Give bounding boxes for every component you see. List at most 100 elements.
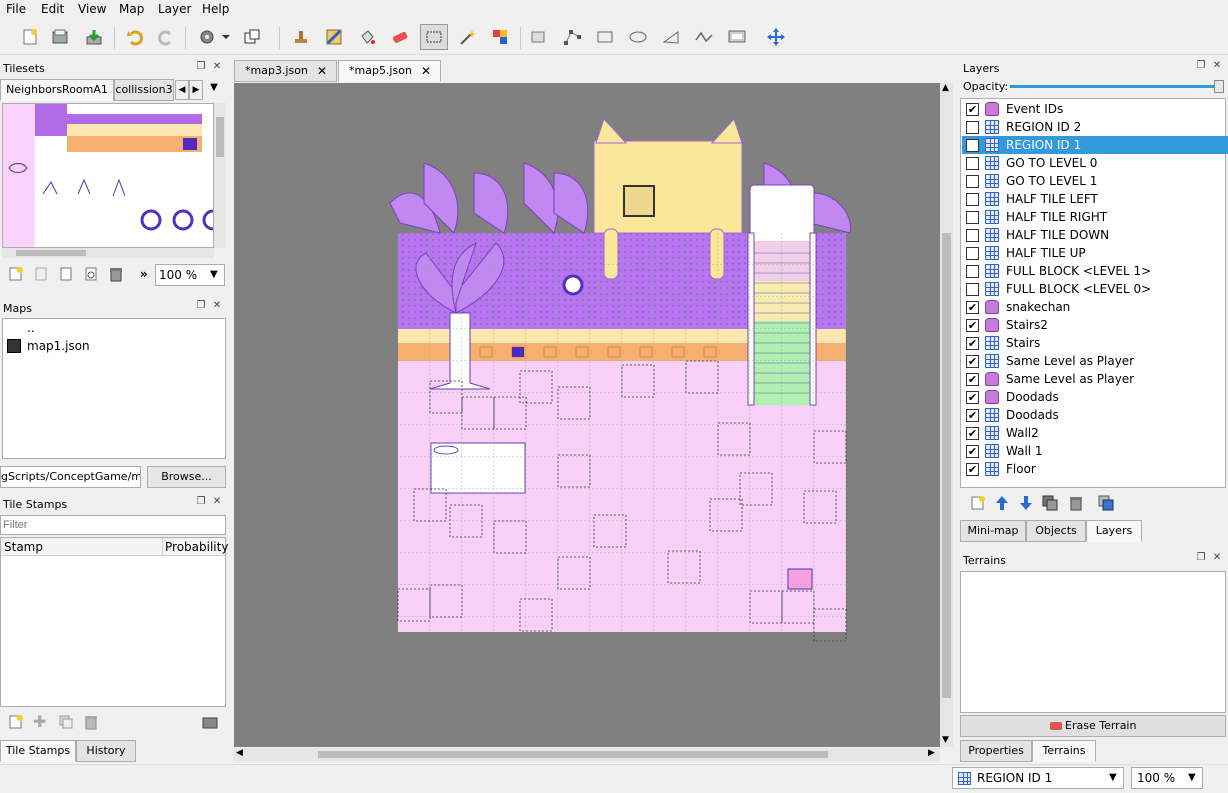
close-icon[interactable]: ✕: [1212, 553, 1222, 563]
layer-row[interactable]: ✔ Stairs2: [962, 316, 1228, 334]
layer-row[interactable]: REGION ID 1: [962, 136, 1228, 154]
tab-minimap[interactable]: Mini-map: [960, 520, 1026, 542]
checkbox-checked[interactable]: ✔: [966, 373, 979, 386]
stamps-filter-input[interactable]: [0, 515, 226, 535]
bucket-fill-icon[interactable]: [355, 25, 379, 49]
checkbox[interactable]: [966, 247, 979, 260]
tab-history[interactable]: History: [76, 740, 136, 762]
insert-polyline-icon[interactable]: [692, 25, 716, 49]
layer-row[interactable]: ✔ Wall2: [962, 424, 1228, 442]
open-file-icon[interactable]: [48, 25, 72, 49]
insert-polygon-icon[interactable]: [659, 25, 683, 49]
layer-row[interactable]: ✔ Stairs: [962, 334, 1228, 352]
tab-scroll-left-icon[interactable]: ◀: [175, 80, 189, 100]
checkbox[interactable]: [966, 157, 979, 170]
menu-file[interactable]: File: [6, 2, 26, 16]
tab-tileset-collission3[interactable]: collission3: [114, 79, 174, 101]
tab-tile-stamps[interactable]: Tile Stamps: [0, 740, 76, 762]
close-icon[interactable]: ✕: [212, 497, 222, 507]
float-icon[interactable]: ❐: [1196, 61, 1206, 71]
layer-row[interactable]: GO TO LEVEL 1: [962, 172, 1228, 190]
layer-row[interactable]: GO TO LEVEL 0: [962, 154, 1228, 172]
eraser-icon[interactable]: [388, 25, 412, 49]
vscroll-thumb[interactable]: [942, 233, 951, 698]
new-file-icon[interactable]: [18, 25, 42, 49]
maps-path-field[interactable]: gScripts/ConceptGame/maps: [0, 466, 141, 488]
save-icon[interactable]: [82, 25, 106, 49]
commands-icon[interactable]: [195, 25, 219, 49]
export-tileset-icon[interactable]: [58, 266, 74, 282]
current-layer-select[interactable]: REGION ID 1 ▼: [952, 767, 1124, 789]
scroll-up-icon[interactable]: ▲: [942, 83, 949, 93]
tab-map5[interactable]: *map5.json ✕: [338, 60, 441, 82]
tab-properties[interactable]: Properties: [960, 740, 1032, 762]
edit-tileset-icon[interactable]: [83, 266, 99, 282]
tileset-hscrollbar[interactable]: [2, 248, 214, 258]
map-canvas[interactable]: [234, 83, 940, 747]
checkbox[interactable]: [966, 121, 979, 134]
tab-layers[interactable]: Layers: [1086, 520, 1142, 542]
duplicate-layer-icon[interactable]: [1042, 495, 1058, 511]
col-stamp[interactable]: Stamp: [4, 540, 43, 554]
arrow-down-icon[interactable]: [1018, 495, 1034, 511]
layer-row[interactable]: FULL BLOCK <LEVEL 1>: [962, 262, 1228, 280]
random-mode-icon[interactable]: [240, 25, 264, 49]
checkbox-checked[interactable]: ✔: [966, 463, 979, 476]
add-variation-icon[interactable]: ✚: [33, 714, 49, 730]
tileset-menu-icon[interactable]: ▼: [206, 82, 222, 98]
rectangular-select-icon[interactable]: [420, 24, 448, 50]
menu-edit[interactable]: Edit: [41, 2, 64, 16]
checkbox-checked[interactable]: ✔: [966, 445, 979, 458]
scroll-down-icon[interactable]: ▼: [942, 735, 949, 745]
new-stamp-icon[interactable]: [8, 714, 24, 730]
remove-tileset-icon[interactable]: [108, 266, 124, 282]
close-icon[interactable]: ✕: [212, 62, 222, 72]
tab-objects[interactable]: Objects: [1026, 520, 1086, 542]
magic-wand-icon[interactable]: [455, 25, 479, 49]
insert-tile-icon[interactable]: [725, 25, 749, 49]
embed-tileset-icon[interactable]: [33, 266, 49, 282]
show-hide-other-layers-icon[interactable]: [1098, 495, 1114, 511]
checkbox[interactable]: [966, 193, 979, 206]
checkbox-checked[interactable]: ✔: [966, 319, 979, 332]
folder-icon[interactable]: [202, 714, 218, 730]
redo-icon[interactable]: [154, 25, 178, 49]
tab-map3[interactable]: *map3.json ✕: [234, 60, 337, 82]
scroll-left-icon[interactable]: ◀: [236, 748, 243, 758]
checkbox-checked[interactable]: ✔: [966, 427, 979, 440]
float-icon[interactable]: ❐: [196, 62, 206, 72]
new-tileset-icon[interactable]: [8, 266, 24, 282]
checkbox-checked[interactable]: ✔: [966, 409, 979, 422]
map-hscrollbar[interactable]: ◀ ▶: [234, 748, 940, 761]
delete-layer-icon[interactable]: [1068, 495, 1084, 511]
layer-row[interactable]: ✔ Same Level as Player: [962, 370, 1228, 388]
terrains-view[interactable]: [960, 571, 1226, 713]
select-objects-icon[interactable]: [527, 25, 551, 49]
tileset-view[interactable]: [2, 103, 214, 248]
opacity-slider[interactable]: [1010, 80, 1224, 93]
new-layer-icon[interactable]: [970, 495, 986, 511]
checkbox-checked[interactable]: ✔: [966, 103, 979, 116]
menu-layer[interactable]: Layer: [158, 2, 191, 16]
checkbox[interactable]: [966, 283, 979, 296]
edit-polygons-icon[interactable]: [560, 25, 584, 49]
list-item[interactable]: ..: [27, 321, 35, 335]
layer-row[interactable]: ✔ Doodads: [962, 406, 1228, 424]
col-probability[interactable]: Probability: [165, 540, 228, 554]
layer-row[interactable]: HALF TILE LEFT: [962, 190, 1228, 208]
layer-row[interactable]: ✔ Doodads: [962, 388, 1228, 406]
checkbox[interactable]: [966, 229, 979, 242]
layer-row[interactable]: HALF TILE UP: [962, 244, 1228, 262]
menu-map[interactable]: Map: [119, 2, 144, 16]
more-tools-icon[interactable]: »: [140, 267, 148, 281]
undo-icon[interactable]: [123, 25, 147, 49]
menu-view[interactable]: View: [78, 2, 106, 16]
checkbox-checked[interactable]: ✔: [966, 391, 979, 404]
close-icon[interactable]: ✕: [317, 61, 327, 81]
stamp-brush-icon[interactable]: [289, 25, 313, 49]
move-icon[interactable]: [764, 25, 788, 49]
float-icon[interactable]: ❐: [196, 301, 206, 311]
checkbox[interactable]: [966, 211, 979, 224]
tileset-vscrollbar[interactable]: [214, 103, 226, 248]
close-icon[interactable]: ✕: [421, 61, 431, 81]
